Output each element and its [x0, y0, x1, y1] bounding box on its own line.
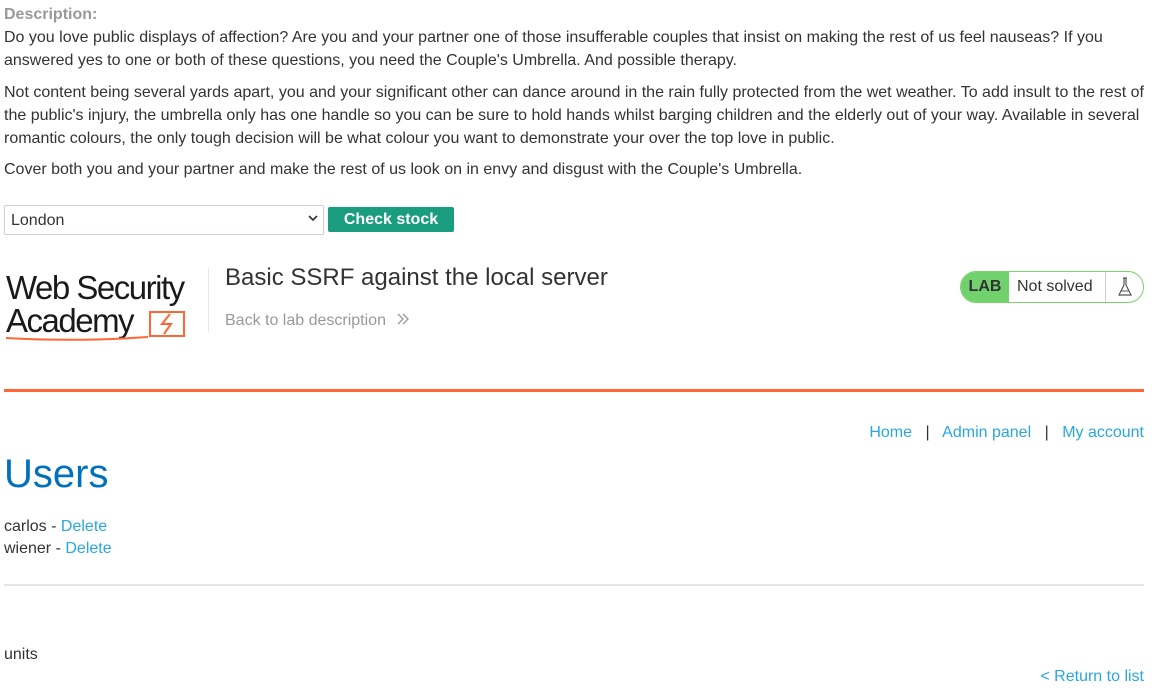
user-dash: - — [51, 518, 57, 535]
store-select[interactable]: London — [4, 205, 324, 235]
units-label: units — [4, 646, 38, 663]
back-link-label: Back to lab description — [225, 312, 386, 329]
check-stock-button[interactable]: Check stock — [328, 207, 454, 232]
double-chevron-right-icon — [396, 313, 410, 328]
user-dash: - — [55, 540, 61, 557]
nav-separator: | — [1044, 424, 1049, 441]
user-row: wiener - Delete — [4, 540, 112, 558]
back-to-lab-description-link[interactable]: Back to lab description — [225, 312, 410, 330]
web-security-academy-logo[interactable]: Web Security Academy — [4, 268, 208, 344]
logo-divider — [208, 268, 209, 332]
flask-icon — [1105, 272, 1143, 302]
header-divider — [4, 389, 1144, 392]
description-paragraph: Not content being several yards apart, y… — [4, 84, 1144, 147]
nav-my-account-link[interactable]: My account — [1062, 424, 1144, 441]
user-name: wiener — [4, 540, 52, 557]
nav-home-link[interactable]: Home — [869, 424, 912, 441]
lab-status-widget: LAB Not solved — [960, 271, 1144, 303]
return-to-list-link[interactable]: < Return to list — [1040, 668, 1144, 686]
lab-title: Basic SSRF against the local server — [225, 264, 608, 291]
logo-line2: Academy — [6, 302, 135, 339]
nav-separator: | — [925, 424, 930, 441]
logo-line1: Web Security — [6, 269, 186, 306]
lab-status-tag: LAB — [961, 272, 1009, 302]
user-name: carlos — [4, 518, 47, 535]
lab-status-text: Not solved — [1017, 278, 1093, 295]
delete-user-link[interactable]: Delete — [65, 540, 111, 557]
description-paragraph: Cover both you and your partner and make… — [4, 161, 803, 178]
delete-user-link[interactable]: Delete — [61, 518, 107, 535]
page-title: Users — [4, 452, 109, 496]
description-paragraph: Do you love public displays of affection… — [4, 29, 1103, 69]
nav-admin-panel-link[interactable]: Admin panel — [942, 424, 1031, 441]
section-divider — [4, 584, 1144, 586]
description-label: Description: — [4, 6, 98, 23]
top-nav: Home | Admin panel | My account — [869, 424, 1144, 442]
user-row: carlos - Delete — [4, 518, 107, 536]
